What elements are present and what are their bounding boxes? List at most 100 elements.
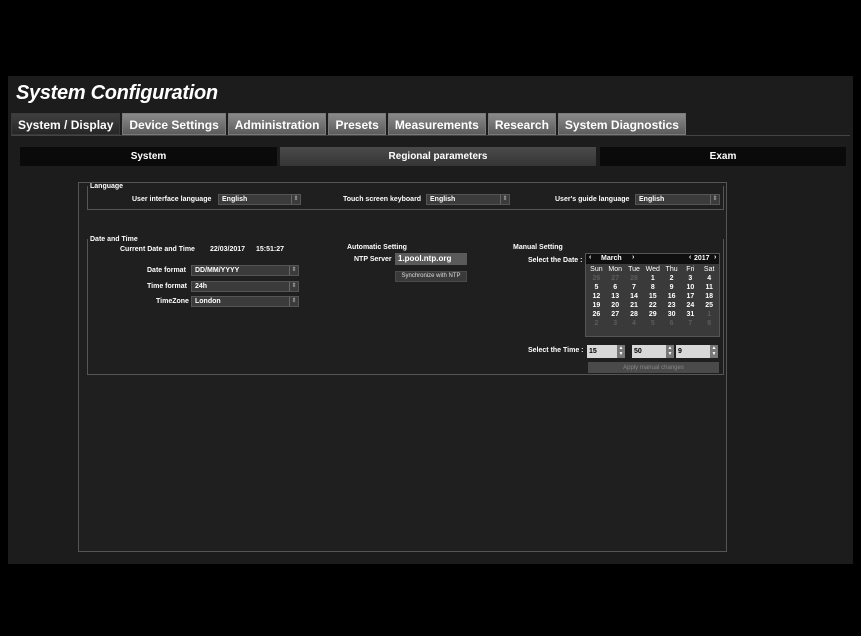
sync-ntp-button[interactable]: Synchronize with NTP (395, 271, 467, 282)
calendar-week-row: 2345678 (587, 319, 719, 328)
ui-language-select[interactable]: English ⇕ (218, 194, 301, 205)
minute-spinbox[interactable]: 50 ▲ ▼ (632, 345, 674, 358)
calendar-weekday: Wed (645, 266, 660, 273)
date-format-value: DD/MM/YYYY (195, 267, 240, 274)
calendar-day[interactable]: 6 (662, 319, 681, 328)
tab-system-display[interactable]: System / Display (11, 113, 121, 135)
calendar-day[interactable]: 21 (625, 301, 644, 310)
calendar-day[interactable]: 7 (681, 319, 700, 328)
calendar-day[interactable]: 18 (700, 292, 719, 301)
calendar-day[interactable]: 23 (662, 301, 681, 310)
calendar-day[interactable]: 5 (587, 283, 606, 292)
time-format-label: Time format (147, 283, 187, 290)
calendar-day[interactable]: 1 (643, 274, 662, 283)
tab-administration[interactable]: Administration (227, 113, 327, 135)
touch-keyboard-label: Touch screen keyboard (343, 196, 422, 203)
calendar-day[interactable]: 27 (606, 310, 625, 319)
calendar-week-row: 26 27 28 29 30 31 1 (587, 310, 719, 319)
calendar-day[interactable]: 6 (606, 283, 625, 292)
calendar-weekday: Fri (686, 266, 695, 273)
spin-arrows-icon[interactable]: ▲ ▼ (666, 345, 674, 358)
calendar-day[interactable]: 27 (606, 274, 625, 283)
calendar-weekday: Thu (665, 266, 678, 273)
chevron-updown-icon: ⇕ (289, 297, 298, 306)
time-format-select[interactable]: 24h ⇕ (191, 281, 299, 292)
main-tabs: System / Display Device Settings Adminis… (11, 113, 686, 135)
calendar-day[interactable]: 29 (643, 310, 662, 319)
automatic-setting-title: Automatic Setting (347, 244, 407, 251)
guide-language-value: English (639, 196, 665, 203)
date-time-group-title: Date and Time (90, 236, 138, 243)
hour-spinbox[interactable]: 15 ▲ ▼ (587, 345, 625, 358)
calendar-day[interactable]: 28 (625, 274, 644, 283)
calendar-day[interactable]: 30 (662, 310, 681, 319)
second-spinbox[interactable]: 9 ▲ ▼ (676, 345, 718, 358)
subtab-system[interactable]: System (20, 147, 277, 166)
calendar-week-row: 26 27 28 1 2 3 4 (587, 274, 719, 283)
calendar-day[interactable]: 22 (643, 301, 662, 310)
calendar-day[interactable]: 26 (587, 274, 606, 283)
calendar-day[interactable]: 2 (662, 274, 681, 283)
calendar-day[interactable]: 10 (681, 283, 700, 292)
select-time-label: Select the Time : (528, 347, 584, 354)
calendar-weekday-row: Sun Mon Tue Wed Thu Fri Sat (587, 265, 719, 274)
spin-arrows-icon[interactable]: ▲ ▼ (617, 345, 625, 358)
prev-year-icon[interactable]: ‹ (689, 254, 691, 261)
next-month-icon[interactable]: › (632, 254, 634, 261)
calendar-day[interactable]: 24 (681, 301, 700, 310)
app-window: System Configuration System / Display De… (8, 76, 853, 564)
chevron-updown-icon: ⇕ (291, 195, 300, 204)
timezone-select[interactable]: London ⇕ (191, 296, 299, 307)
calendar-day[interactable]: 4 (700, 274, 719, 283)
tab-research[interactable]: Research (487, 113, 556, 135)
apply-manual-changes-button[interactable]: Apply manual changes (588, 362, 719, 373)
calendar-day[interactable]: 17 (681, 292, 700, 301)
tab-measurements[interactable]: Measurements (387, 113, 486, 135)
calendar-day[interactable]: 26 (587, 310, 606, 319)
calendar-day[interactable]: 2 (587, 319, 606, 328)
calendar-day[interactable]: 25 (700, 301, 719, 310)
ntp-server-input[interactable]: 1.pool.ntp.org (395, 253, 467, 265)
calendar-day[interactable]: 7 (625, 283, 644, 292)
calendar-day[interactable]: 14 (625, 292, 644, 301)
calendar-day[interactable]: 11 (700, 283, 719, 292)
prev-month-icon[interactable]: ‹ (589, 254, 591, 261)
language-group-title: Language (90, 183, 124, 190)
ui-language-label: User interface language (132, 196, 212, 203)
touch-keyboard-value: English (430, 196, 456, 203)
regional-parameters-panel: Language User interface language English… (78, 182, 727, 552)
calendar-day[interactable]: 15 (643, 292, 662, 301)
tab-system-diagnostics[interactable]: System Diagnostics (557, 113, 686, 135)
subtab-exam[interactable]: Exam (600, 147, 846, 166)
spin-arrows-icon[interactable]: ▲ ▼ (710, 345, 718, 358)
calendar-day[interactable]: 5 (643, 319, 662, 328)
hour-value: 15 (589, 348, 597, 355)
calendar-day[interactable]: 13 (606, 292, 625, 301)
next-year-icon[interactable]: › (714, 254, 716, 261)
tab-device-settings[interactable]: Device Settings (122, 113, 226, 135)
calendar-day[interactable]: 9 (662, 283, 681, 292)
subtab-regional-parameters[interactable]: Regional parameters (280, 147, 596, 166)
calendar-day[interactable]: 31 (681, 310, 700, 319)
touch-keyboard-select[interactable]: English ⇕ (426, 194, 510, 205)
date-format-select[interactable]: DD/MM/YYYY ⇕ (191, 265, 299, 276)
calendar-weekday: Sat (703, 266, 715, 273)
date-picker-calendar[interactable]: ‹ March › ‹ 2017 › Sun Mon Tue Wed Thu Fri Sat… (585, 253, 720, 337)
calendar-day[interactable]: 28 (625, 310, 644, 319)
guide-language-select[interactable]: English ⇕ (635, 194, 720, 205)
calendar-day[interactable]: 8 (700, 319, 719, 328)
calendar-year: 2017 (694, 255, 710, 262)
calendar-day[interactable]: 16 (662, 292, 681, 301)
calendar-day[interactable]: 20 (606, 301, 625, 310)
calendar-day[interactable]: 3 (606, 319, 625, 328)
calendar-day[interactable]: 19 (587, 301, 606, 310)
tab-presets[interactable]: Presets (328, 113, 386, 135)
calendar-day[interactable]: 4 (625, 319, 644, 328)
calendar-day[interactable]: 1 (700, 310, 719, 319)
calendar-weekday: Mon (608, 266, 622, 273)
calendar-day[interactable]: 12 (587, 292, 606, 301)
calendar-day[interactable]: 3 (681, 274, 700, 283)
ntp-server-label: NTP Server (354, 256, 392, 263)
calendar-day[interactable]: 8 (643, 283, 662, 292)
calendar-header: ‹ March › ‹ 2017 › (586, 254, 719, 264)
